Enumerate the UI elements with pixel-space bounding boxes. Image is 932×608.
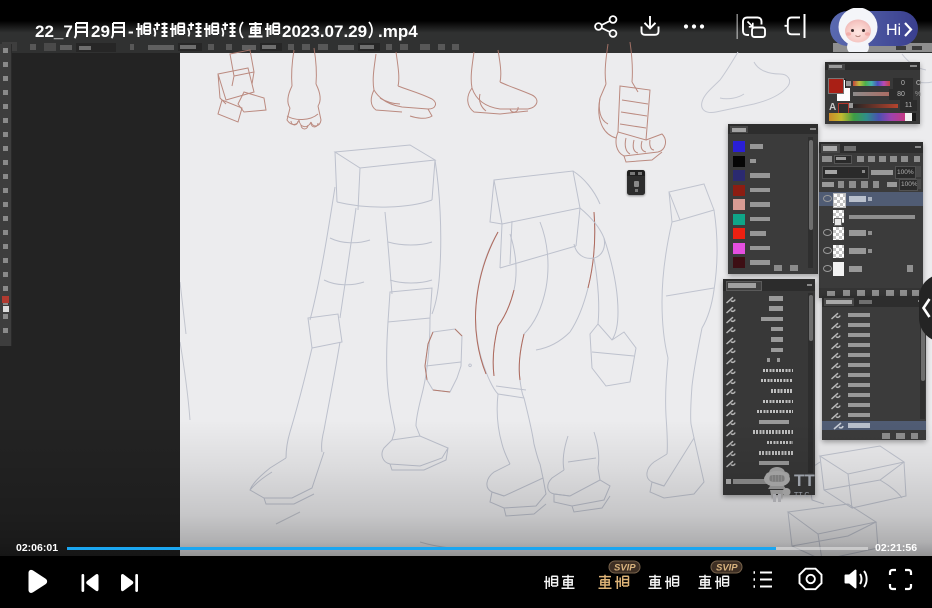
svg-text:22_7: 22_7 [35, 22, 73, 41]
svg-text:Hi: Hi [886, 22, 901, 39]
svg-text:TT: TT [794, 471, 815, 490]
svg-text:SVIP: SVIP [716, 563, 738, 574]
svg-text:SVIP: SVIP [614, 563, 636, 574]
svg-text:29: 29 [91, 22, 110, 41]
svg-text:TT C: TT C [794, 492, 809, 499]
svg-text:.mp4: .mp4 [378, 22, 418, 41]
svg-text:2023.07.29: 2023.07.29 [282, 22, 367, 41]
svg-text:-: - [128, 22, 134, 41]
